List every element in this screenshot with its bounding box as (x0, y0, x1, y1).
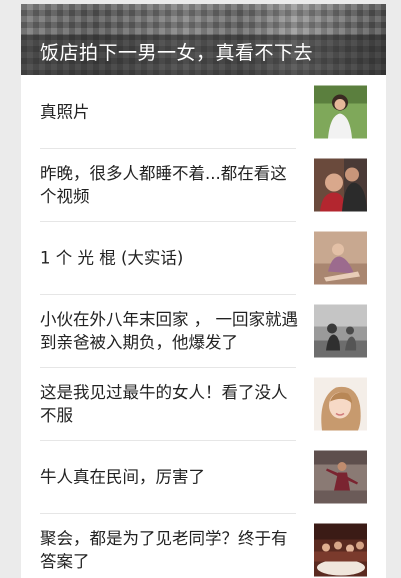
article-thumbnail (314, 231, 367, 284)
feed-card: 饭店拍下一男一女，真看不下去 真照片 昨晚，很多人都睡不着...都在看这个视频 (21, 4, 386, 578)
article-item[interactable]: 小伙在外八年末回家 ， 一回家就遇到亲爸被入期负，他爆发了 (40, 294, 386, 367)
article-thumbnail (314, 523, 367, 576)
article-list: 真照片 昨晚，很多人都睡不着...都在看这个视频 1 个 光 棍 (大实话) 小… (21, 75, 386, 578)
article-thumbnail (314, 450, 367, 503)
article-item[interactable]: 1 个 光 棍 (大实话) (40, 221, 386, 294)
article-title: 1 个 光 棍 (大实话) (40, 248, 184, 267)
article-title: 小伙在外八年末回家 ， 一回家就遇到亲爸被入期负，他爆发了 (40, 309, 298, 352)
article-title: 聚会，都是为了见老同学？终于有答案了 (40, 528, 288, 571)
article-thumbnail (314, 304, 367, 357)
app-frame: 饭店拍下一男一女，真看不下去 真照片 昨晚，很多人都睡不着...都在看这个视频 (0, 0, 401, 578)
article-title: 这是我见过最牛的女人！看了没人不服 (40, 382, 288, 425)
featured-banner[interactable]: 饭店拍下一男一女，真看不下去 (21, 4, 386, 75)
article-title: 昨晚，很多人都睡不着...都在看这个视频 (40, 163, 287, 206)
article-thumbnail (314, 158, 367, 211)
banner-title: 饭店拍下一男一女，真看不下去 (40, 42, 314, 64)
article-thumbnail (314, 85, 367, 138)
article-item[interactable]: 真照片 (40, 75, 386, 148)
article-item[interactable]: 牛人真在民间，厉害了 (40, 440, 386, 513)
article-item[interactable]: 聚会，都是为了见老同学？终于有答案了 (40, 513, 386, 578)
article-title: 牛人真在民间，厉害了 (40, 467, 205, 486)
article-item[interactable]: 昨晚，很多人都睡不着...都在看这个视频 (40, 148, 386, 221)
article-thumbnail (314, 377, 367, 430)
article-title: 真照片 (40, 102, 90, 121)
article-item[interactable]: 这是我见过最牛的女人！看了没人不服 (40, 367, 386, 440)
